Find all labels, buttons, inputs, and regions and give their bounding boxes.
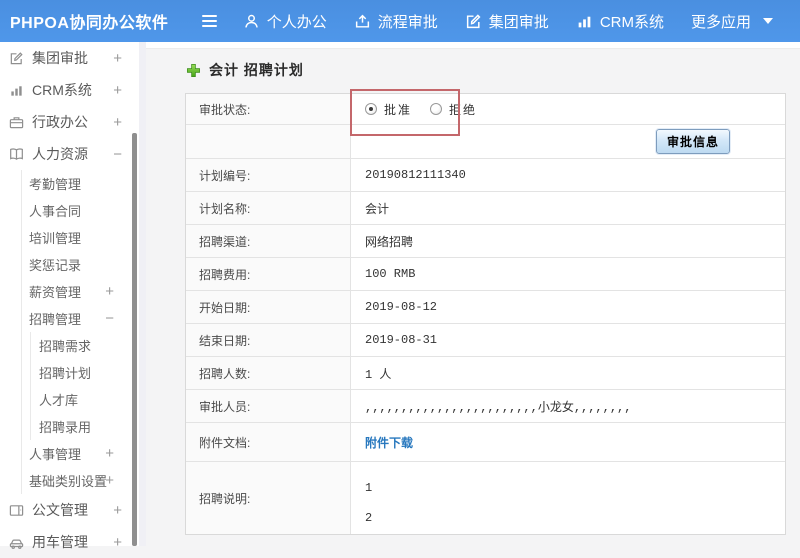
caret-down-icon xyxy=(763,18,773,24)
expand-icon[interactable]: + xyxy=(105,445,114,462)
sidebar-item-hr-contract[interactable]: 人事合同 xyxy=(22,197,146,224)
bar-chart-icon xyxy=(9,83,24,98)
sidebar: 集团审批 + CRM系统 + 行政办公 + 人力资源 − 考勤管理 人事合同 培… xyxy=(0,42,146,546)
sidebar-item-recruit-need[interactable]: 招聘需求 xyxy=(31,332,146,359)
page-title: 会计 招聘计划 xyxy=(209,60,304,80)
field-value: 1 2 xyxy=(351,462,785,534)
nav-process-approval[interactable]: 流程审批 xyxy=(354,11,438,32)
attachment-download-link[interactable]: 附件下载 xyxy=(365,434,413,451)
field-label: 开始日期: xyxy=(186,291,351,323)
nav-personal-office[interactable]: 个人办公 xyxy=(243,11,327,32)
field-label: 招聘费用: xyxy=(186,258,351,290)
car-icon xyxy=(9,535,24,550)
sidebar-item-recruit-mgmt[interactable]: 招聘管理− xyxy=(22,305,146,332)
sidebar-item-base-category[interactable]: 基础类别设置+ xyxy=(22,467,146,494)
nav-crm-system[interactable]: CRM系统 xyxy=(576,11,664,32)
expand-icon[interactable]: + xyxy=(105,472,114,489)
status-row: 审批状态: 批准 拒绝 xyxy=(186,94,785,125)
field-value: 2019-08-12 xyxy=(351,291,785,323)
radio-reject-label: 拒绝 xyxy=(449,101,477,118)
expand-icon[interactable]: + xyxy=(113,50,122,67)
table-row: 开始日期: 2019-08-12 xyxy=(186,291,785,324)
field-label: 审批人员: xyxy=(186,390,351,422)
sidebar-item-talent-pool[interactable]: 人才库 xyxy=(31,386,146,413)
recruit-plan-detail-table: 审批状态: 批准 拒绝 审批信息 计划编号: 20190812111340 计划… xyxy=(185,93,786,535)
sidebar-item-recruit-hire[interactable]: 招聘录用 xyxy=(31,413,146,440)
field-label: 计划名称: xyxy=(186,192,351,224)
expand-icon[interactable]: + xyxy=(113,534,122,551)
field-label: 审批状态: xyxy=(186,94,351,124)
sidebar-scrollbar-thumb[interactable] xyxy=(132,133,137,546)
recruit-submenu: 招聘需求 招聘计划 人才库 招聘录用 xyxy=(30,332,146,440)
field-label: 招聘人数: xyxy=(186,357,351,389)
table-row: 招聘人数: 1 人 xyxy=(186,357,785,390)
document-icon xyxy=(9,503,24,518)
sidebar-item-attendance[interactable]: 考勤管理 xyxy=(22,170,146,197)
sidebar-item-crm[interactable]: CRM系统 + xyxy=(0,74,146,106)
main-content: 会计 招聘计划 审批状态: 批准 拒绝 审批信息 计划编号: 201908121… xyxy=(146,42,800,546)
table-row: 招聘费用: 100 RMB xyxy=(186,258,785,291)
table-row: 审批人员: ,,,,,,,,,,,,,,,,,,,,,,,,小龙女,,,,,,,… xyxy=(186,390,785,423)
empty-label-cell xyxy=(186,125,351,158)
field-value: 会计 xyxy=(351,192,785,224)
expand-icon[interactable]: + xyxy=(113,502,122,519)
sidebar-item-recruit-plan[interactable]: 招聘计划 xyxy=(31,359,146,386)
attachment-row: 附件文档: 附件下载 xyxy=(186,423,785,462)
sidebar-item-hr[interactable]: 人力资源 − xyxy=(0,138,146,170)
hr-submenu: 考勤管理 人事合同 培训管理 奖惩记录 薪资管理+ 招聘管理− 招聘需求 招聘计… xyxy=(21,170,146,494)
radio-reject[interactable] xyxy=(430,103,442,115)
expand-icon[interactable]: + xyxy=(113,82,122,99)
table-row: 计划编号: 20190812111340 xyxy=(186,159,785,192)
expand-icon[interactable]: + xyxy=(105,283,114,300)
nav-more-apps[interactable]: 更多应用 xyxy=(691,11,773,32)
edit-square-icon xyxy=(9,51,24,66)
sidebar-item-vehicles[interactable]: 用车管理 + xyxy=(0,526,146,558)
chart-icon xyxy=(576,13,593,30)
field-label: 附件文档: xyxy=(186,423,351,461)
sidebar-scrollbar-track xyxy=(139,42,146,546)
field-label: 结束日期: xyxy=(186,324,351,356)
table-row: 招聘渠道: 网络招聘 xyxy=(186,225,785,258)
flow-icon xyxy=(354,13,371,30)
sidebar-item-documents[interactable]: 公文管理 + xyxy=(0,494,146,526)
topbar: PHPOA协同办公软件 个人办公 流程审批 集团审批 CRM系统 更多应用 xyxy=(0,0,800,42)
nav-group-approval[interactable]: 集团审批 xyxy=(465,11,549,32)
collapse-icon[interactable]: − xyxy=(105,310,114,327)
field-label: 招聘说明: xyxy=(186,462,351,534)
add-plus-icon xyxy=(186,63,201,78)
field-label: 招聘渠道: xyxy=(186,225,351,257)
expand-icon[interactable]: + xyxy=(113,114,122,131)
sidebar-item-personnel[interactable]: 人事管理+ xyxy=(22,440,146,467)
sidebar-item-group-approval[interactable]: 集团审批 + xyxy=(0,42,146,74)
sidebar-item-admin-office[interactable]: 行政办公 + xyxy=(0,106,146,138)
user-icon xyxy=(243,13,260,30)
status-options: 批准 拒绝 xyxy=(351,94,785,124)
content-top-strip xyxy=(146,42,800,49)
radio-approve-label: 批准 xyxy=(384,101,412,118)
book-icon xyxy=(9,147,24,162)
table-row: 计划名称: 会计 xyxy=(186,192,785,225)
radio-approve[interactable] xyxy=(365,103,377,115)
top-navigation: 个人办公 流程审批 集团审批 CRM系统 更多应用 xyxy=(243,11,800,32)
field-value: ,,,,,,,,,,,,,,,,,,,,,,,,小龙女,,,,,,,, xyxy=(351,390,785,422)
edit-icon xyxy=(465,13,482,30)
briefcase-icon xyxy=(9,115,24,130)
menu-toggle-icon[interactable] xyxy=(202,12,217,30)
page-header: 会计 招聘计划 xyxy=(186,60,800,80)
field-value: 1 人 xyxy=(351,357,785,389)
sidebar-item-salary[interactable]: 薪资管理+ xyxy=(22,278,146,305)
sidebar-item-training[interactable]: 培训管理 xyxy=(22,224,146,251)
button-row: 审批信息 xyxy=(186,125,785,159)
field-value: 网络招聘 xyxy=(351,225,785,257)
field-value: 100 RMB xyxy=(351,258,785,290)
field-value: 20190812111340 xyxy=(351,159,785,191)
sidebar-item-rewards[interactable]: 奖惩记录 xyxy=(22,251,146,278)
field-label: 计划编号: xyxy=(186,159,351,191)
field-value: 2019-08-31 xyxy=(351,324,785,356)
table-row: 结束日期: 2019-08-31 xyxy=(186,324,785,357)
app-logo: PHPOA协同办公软件 xyxy=(0,9,150,33)
approval-info-button[interactable]: 审批信息 xyxy=(656,129,730,154)
description-row: 招聘说明: 1 2 xyxy=(186,462,785,534)
collapse-icon[interactable]: − xyxy=(113,146,122,163)
